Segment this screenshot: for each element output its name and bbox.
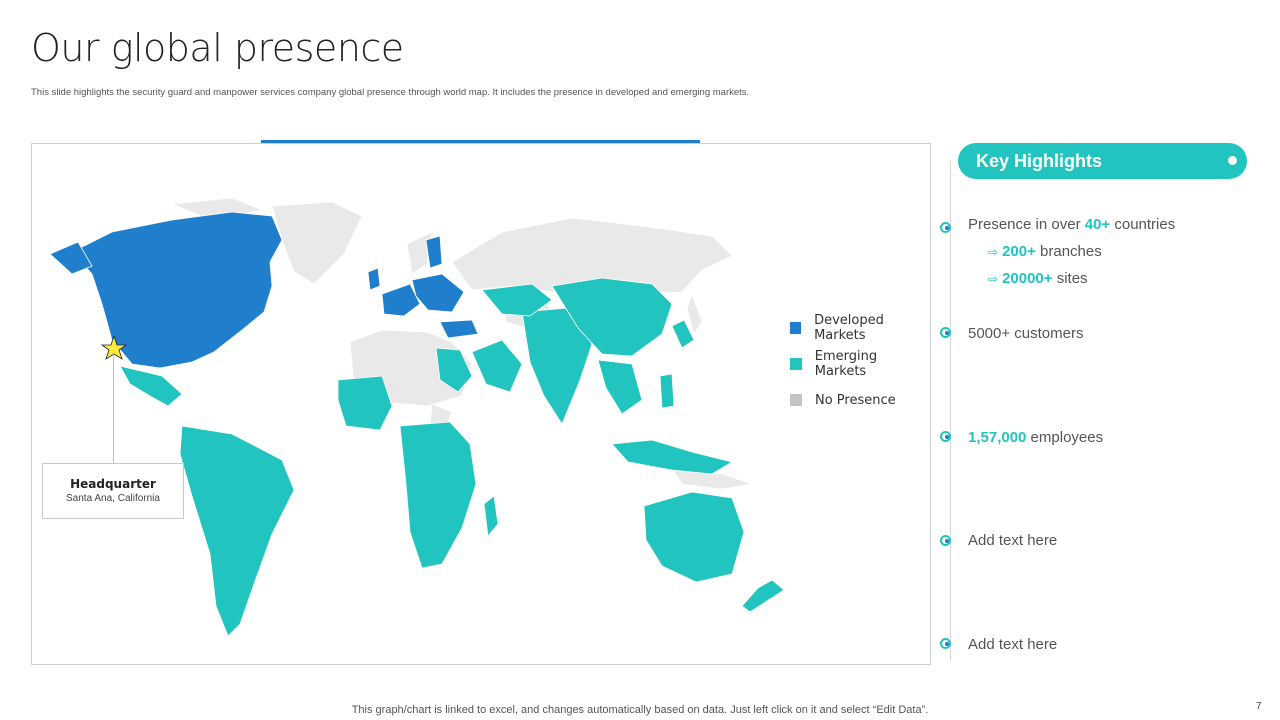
legend-label: No Presence [815, 392, 896, 408]
middle-east [471, 339, 523, 393]
turkey [439, 319, 479, 339]
uk [367, 267, 381, 291]
footer-note: This graph/chart is linked to excel, and… [351, 704, 929, 716]
branches-suffix: branches [1035, 243, 1102, 260]
bullet-icon [940, 431, 951, 442]
key-highlights-header[interactable]: Key Highlights [958, 143, 1247, 179]
highlight-item-5[interactable]: Add text here [968, 636, 1057, 653]
employees-value: 1,57,000 [968, 429, 1027, 446]
employees-suffix: employees [1026, 429, 1104, 446]
legend-item-developed: Developed Markets [790, 313, 930, 350]
indonesia [611, 439, 734, 475]
bullet-icon [940, 638, 951, 649]
key-highlights-title: Key Highlights [976, 151, 1103, 171]
dot-icon [1228, 156, 1237, 165]
bullet-icon [940, 222, 951, 233]
mexico-central-america [119, 365, 183, 407]
highlight-employees: 1,57,000 employees [968, 429, 1103, 446]
legend-swatch-no-presence [790, 394, 802, 406]
bullet-icon [940, 327, 951, 338]
philippines [659, 373, 675, 409]
slide-title: Our global presence [31, 26, 404, 70]
greenland [271, 201, 363, 285]
south-america [179, 425, 295, 637]
page-number: 7 [1256, 701, 1262, 712]
japan-grey [686, 292, 703, 335]
legend-label: Developed Markets [814, 313, 884, 343]
arrow-right-icon: ⇨ [988, 245, 999, 259]
map-legend: Developed Markets Emerging Markets No Pr… [790, 313, 930, 422]
new-zealand [741, 579, 785, 613]
hq-title: Headquarter [70, 477, 156, 491]
finland [425, 235, 443, 269]
highlight-countries: Presence in over 40+ countries [968, 216, 1175, 233]
highlights-timeline [950, 161, 951, 661]
australia [643, 491, 745, 583]
europe-east [411, 273, 465, 313]
highlight-branches: ⇨ 200+ branches [988, 243, 1102, 260]
countries-value: 40+ [1084, 216, 1111, 233]
central-south-africa [399, 421, 477, 569]
arrow-right-icon: ⇨ [988, 272, 999, 286]
legend-swatch-emerging [790, 358, 802, 370]
highlight-item-4[interactable]: Add text here [968, 532, 1057, 549]
southeast-asia [597, 359, 643, 415]
west-africa [337, 375, 393, 431]
korea-japan [671, 319, 695, 349]
world-map-panel[interactable]: Developed Markets Emerging Markets No Pr… [31, 143, 931, 665]
hq-connector-line [113, 352, 114, 464]
legend-item-emerging: Emerging Markets [790, 349, 930, 386]
sites-value: 20000+ [1002, 270, 1053, 287]
headquarter-callout[interactable]: Headquarter Santa Ana, California [42, 463, 184, 519]
highlight-sites: ⇨ 20000+ sites [988, 270, 1088, 287]
madagascar [483, 495, 499, 537]
legend-label: Emerging Markets [814, 349, 878, 379]
highlight-customers: 5000+ customers [968, 325, 1084, 342]
sites-suffix: sites [1052, 270, 1088, 287]
slide-subtitle: This slide highlights the security guard… [31, 87, 750, 98]
branches-value: 200+ [1002, 243, 1036, 260]
legend-item-no-presence: No Presence [790, 386, 930, 422]
countries-suffix: countries [1110, 216, 1176, 233]
hq-location: Santa Ana, California [66, 493, 160, 504]
bullet-icon [940, 535, 951, 546]
countries-prefix: Presence in over [968, 216, 1085, 233]
legend-swatch-developed [790, 322, 802, 334]
